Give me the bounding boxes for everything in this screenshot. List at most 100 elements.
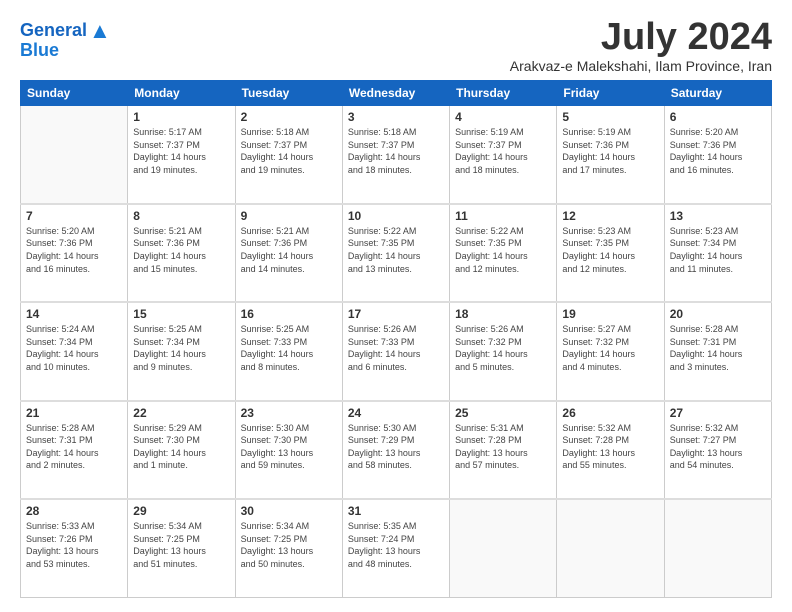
calendar-cell: 1Sunrise: 5:17 AM Sunset: 7:37 PM Daylig… [128,106,235,204]
day-number: 31 [348,504,444,518]
day-number: 2 [241,110,337,124]
calendar-cell [557,499,664,597]
day-info: Sunrise: 5:30 AM Sunset: 7:29 PM Dayligh… [348,422,444,472]
calendar-cell: 24 Sunrise: 5:30 AM Sunset: 7:29 PM Dayli… [342,401,449,499]
day-info: Sunrise: 5:31 AM Sunset: 7:28 PM Dayligh… [455,422,551,472]
calendar-cell: 4 Sunrise: 5:19 AM Sunset: 7:37 PM Daylig… [450,106,557,204]
logo-blue: Blue [20,40,59,61]
col-header-monday: Monday [128,81,235,106]
day-info: Sunrise: 5:28 AM Sunset: 7:31 PM Dayligh… [26,422,122,472]
day-info: Sunrise: 5:19 AM Sunset: 7:36 PM Dayligh… [562,126,658,176]
col-header-sunday: Sunday [21,81,128,106]
calendar-cell: 15Sunrise: 5:25 AM Sunset: 7:34 PM Dayli… [128,302,235,400]
day-info: Sunrise: 5:18 AM Sunset: 7:37 PM Dayligh… [241,126,337,176]
day-info: Sunrise: 5:34 AM Sunset: 7:25 PM Dayligh… [133,520,229,570]
day-number: 27 [670,406,766,420]
calendar-cell [450,499,557,597]
calendar-cell: 30 Sunrise: 5:34 AM Sunset: 7:25 PM Dayli… [235,499,342,597]
day-info: Sunrise: 5:25 AM Sunset: 7:33 PM Dayligh… [241,323,337,373]
day-number: 4 [455,110,551,124]
day-info: Sunrise: 5:20 AM Sunset: 7:36 PM Dayligh… [670,126,766,176]
calendar-cell: 27 Sunrise: 5:32 AM Sunset: 7:27 PM Dayli… [664,401,771,499]
day-number: 21 [26,406,122,420]
calendar-cell: 25 Sunrise: 5:31 AM Sunset: 7:28 PM Dayli… [450,401,557,499]
calendar-week-row: 14Sunrise: 5:24 AM Sunset: 7:34 PM Dayli… [21,302,772,400]
day-number: 13 [670,209,766,223]
calendar-cell [664,499,771,597]
page: General ▲ Blue July 2024 Arakvaz-e Malek… [0,0,792,612]
calendar-cell: 26Sunrise: 5:32 AM Sunset: 7:28 PM Dayli… [557,401,664,499]
day-number: 30 [241,504,337,518]
day-info: Sunrise: 5:33 AM Sunset: 7:26 PM Dayligh… [26,520,122,570]
day-number: 8 [133,209,229,223]
calendar-table: SundayMondayTuesdayWednesdayThursdayFrid… [20,80,772,598]
day-number: 7 [26,209,122,223]
calendar-header-row: SundayMondayTuesdayWednesdayThursdayFrid… [21,81,772,106]
day-number: 20 [670,307,766,321]
col-header-tuesday: Tuesday [235,81,342,106]
calendar-cell: 19 Sunrise: 5:27 AM Sunset: 7:32 PM Dayli… [557,302,664,400]
day-info: Sunrise: 5:34 AM Sunset: 7:25 PM Dayligh… [241,520,337,570]
day-number: 1 [133,110,229,124]
col-header-thursday: Thursday [450,81,557,106]
day-number: 10 [348,209,444,223]
calendar-cell: 3Sunrise: 5:18 AM Sunset: 7:37 PM Daylig… [342,106,449,204]
col-header-friday: Friday [557,81,664,106]
logo-bird-icon: ▲ [89,18,111,44]
day-number: 24 [348,406,444,420]
day-info: Sunrise: 5:27 AM Sunset: 7:32 PM Dayligh… [562,323,658,373]
calendar-week-row: 28 Sunrise: 5:33 AM Sunset: 7:26 PM Dayli… [21,499,772,597]
logo-general: General [20,20,87,40]
calendar-week-row: 1Sunrise: 5:17 AM Sunset: 7:37 PM Daylig… [21,106,772,204]
day-number: 3 [348,110,444,124]
day-number: 5 [562,110,658,124]
day-number: 9 [241,209,337,223]
calendar-cell: 11 Sunrise: 5:22 AM Sunset: 7:35 PM Dayli… [450,204,557,302]
calendar-cell: 9 Sunrise: 5:21 AM Sunset: 7:36 PM Daylig… [235,204,342,302]
day-info: Sunrise: 5:30 AM Sunset: 7:30 PM Dayligh… [241,422,337,472]
location-title: Arakvaz-e Malekshahi, Ilam Province, Ira… [510,58,772,74]
day-info: Sunrise: 5:22 AM Sunset: 7:35 PM Dayligh… [455,225,551,275]
calendar-cell: 5 Sunrise: 5:19 AM Sunset: 7:36 PM Daylig… [557,106,664,204]
calendar-week-row: 21 Sunrise: 5:28 AM Sunset: 7:31 PM Dayli… [21,401,772,499]
header: General ▲ Blue July 2024 Arakvaz-e Malek… [20,18,772,74]
day-number: 25 [455,406,551,420]
day-info: Sunrise: 5:35 AM Sunset: 7:24 PM Dayligh… [348,520,444,570]
day-info: Sunrise: 5:26 AM Sunset: 7:32 PM Dayligh… [455,323,551,373]
calendar-cell [21,106,128,204]
day-info: Sunrise: 5:32 AM Sunset: 7:27 PM Dayligh… [670,422,766,472]
day-number: 16 [241,307,337,321]
day-number: 23 [241,406,337,420]
calendar-cell: 7 Sunrise: 5:20 AM Sunset: 7:36 PM Daylig… [21,204,128,302]
day-info: Sunrise: 5:29 AM Sunset: 7:30 PM Dayligh… [133,422,229,472]
calendar-cell: 8 Sunrise: 5:21 AM Sunset: 7:36 PM Daylig… [128,204,235,302]
calendar-cell: 18 Sunrise: 5:26 AM Sunset: 7:32 PM Dayli… [450,302,557,400]
calendar-cell: 31 Sunrise: 5:35 AM Sunset: 7:24 PM Dayli… [342,499,449,597]
day-number: 17 [348,307,444,321]
day-info: Sunrise: 5:23 AM Sunset: 7:34 PM Dayligh… [670,225,766,275]
col-header-saturday: Saturday [664,81,771,106]
day-info: Sunrise: 5:28 AM Sunset: 7:31 PM Dayligh… [670,323,766,373]
day-number: 22 [133,406,229,420]
day-info: Sunrise: 5:22 AM Sunset: 7:35 PM Dayligh… [348,225,444,275]
day-info: Sunrise: 5:20 AM Sunset: 7:36 PM Dayligh… [26,225,122,275]
day-number: 6 [670,110,766,124]
day-info: Sunrise: 5:21 AM Sunset: 7:36 PM Dayligh… [241,225,337,275]
day-number: 15 [133,307,229,321]
day-info: Sunrise: 5:19 AM Sunset: 7:37 PM Dayligh… [455,126,551,176]
calendar-cell: 17 Sunrise: 5:26 AM Sunset: 7:33 PM Dayli… [342,302,449,400]
day-number: 28 [26,504,122,518]
title-block: July 2024 Arakvaz-e Malekshahi, Ilam Pro… [510,18,772,74]
day-number: 11 [455,209,551,223]
day-info: Sunrise: 5:21 AM Sunset: 7:36 PM Dayligh… [133,225,229,275]
calendar-cell: 6 Sunrise: 5:20 AM Sunset: 7:36 PM Daylig… [664,106,771,204]
calendar-cell: 12Sunrise: 5:23 AM Sunset: 7:35 PM Dayli… [557,204,664,302]
calendar-cell: 28 Sunrise: 5:33 AM Sunset: 7:26 PM Dayli… [21,499,128,597]
day-number: 19 [562,307,658,321]
calendar-cell: 22 Sunrise: 5:29 AM Sunset: 7:30 PM Dayli… [128,401,235,499]
col-header-wednesday: Wednesday [342,81,449,106]
calendar-cell: 14Sunrise: 5:24 AM Sunset: 7:34 PM Dayli… [21,302,128,400]
day-info: Sunrise: 5:26 AM Sunset: 7:33 PM Dayligh… [348,323,444,373]
day-info: Sunrise: 5:24 AM Sunset: 7:34 PM Dayligh… [26,323,122,373]
day-number: 18 [455,307,551,321]
